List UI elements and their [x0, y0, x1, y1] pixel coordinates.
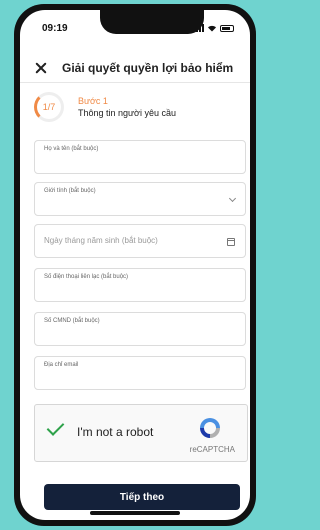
field-label: Số điện thoại liên lạc (bắt buộc) [44, 274, 129, 280]
recaptcha-logo-icon [200, 418, 220, 438]
calendar-icon[interactable] [227, 238, 235, 246]
battery-icon [220, 24, 234, 32]
field-label: Địa chỉ email [44, 362, 79, 368]
field-label: Giới tính (bắt buộc) [44, 188, 96, 194]
notch [100, 10, 204, 34]
chevron-down-icon [228, 194, 237, 203]
home-indicator[interactable] [90, 511, 180, 515]
status-time: 09:19 [42, 22, 68, 34]
step-description: Thông tin người yêu cầu [78, 108, 176, 118]
full-name-field[interactable]: Họ và tên (bắt buộc) [34, 140, 246, 174]
field-label: Họ và tên (bắt buộc) [44, 146, 99, 152]
field-label: Số CMND (bắt buộc) [44, 318, 100, 324]
gender-select[interactable]: Giới tính (bắt buộc) [34, 182, 246, 216]
close-icon[interactable] [34, 61, 48, 75]
next-button[interactable]: Tiếp theo [44, 484, 240, 510]
step-progress: 1/7 [42, 102, 56, 112]
app-screen: 09:19 ⏰ Giải quyết quyền lợi bảo hiểm 1/… [20, 10, 250, 520]
page-title: Giải quyết quyền lợi bảo hiểm [62, 61, 234, 75]
step-label: Bước 1 [78, 96, 108, 106]
phone-field[interactable]: Số điện thoại liên lạc (bắt buộc) [34, 268, 246, 302]
recaptcha-widget[interactable]: I'm not a robot reCAPTCHA [34, 404, 248, 462]
wifi-icon [208, 25, 216, 32]
phone-frame: 09:19 ⏰ Giải quyết quyền lợi bảo hiểm 1/… [14, 4, 256, 526]
email-field[interactable]: Địa chỉ email [34, 356, 246, 390]
recaptcha-label: I'm not a robot [77, 425, 154, 439]
step-progress-ring: 1/7 [34, 92, 64, 122]
checkmark-icon[interactable] [46, 418, 65, 436]
header: Giải quyết quyền lợi bảo hiểm [34, 58, 240, 78]
birth-date-field[interactable]: Ngày tháng năm sinh (bắt buộc) [34, 224, 246, 258]
step-indicator: 1/7 Bước 1 Thông tin người yêu cầu [34, 92, 176, 122]
id-number-field[interactable]: Số CMND (bắt buộc) [34, 312, 246, 346]
header-divider [20, 82, 250, 83]
recaptcha-brand: reCAPTCHA [189, 445, 235, 454]
field-placeholder: Ngày tháng năm sinh (bắt buộc) [44, 236, 158, 245]
